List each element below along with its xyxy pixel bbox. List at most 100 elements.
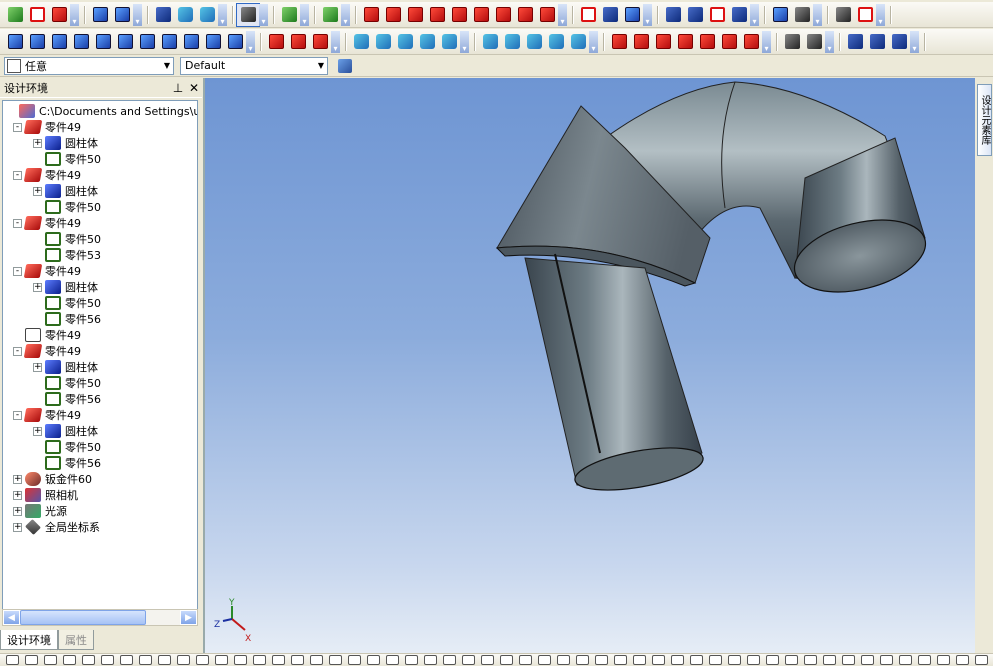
red-cube-7-button[interactable] [492,4,514,26]
bottom-tool-icon[interactable] [557,655,570,665]
toolbar-overflow-icon[interactable]: ▾ [341,3,350,26]
scroll-right-icon[interactable]: ▶ [180,610,197,625]
bottom-tool-icon[interactable] [215,655,228,665]
toolbar-overflow-icon[interactable]: ▾ [750,3,759,26]
text-button[interactable] [769,4,791,26]
tree-item[interactable]: - 零件49 [13,167,81,183]
sheet-4-button[interactable] [674,31,696,53]
solid-2-button[interactable] [287,31,309,53]
tree-item[interactable]: + 圆柱体 [33,183,98,199]
selection-filter-dropdown[interactable]: 任意 ▼ [4,56,174,75]
bottom-tool-icon[interactable] [196,655,209,665]
surface-4-button[interactable] [545,31,567,53]
gear-button[interactable] [577,4,599,26]
bottom-tool-icon[interactable] [386,655,399,665]
bottom-tool-icon[interactable] [101,655,114,665]
toolbar-overflow-icon[interactable]: ▾ [133,3,142,26]
open-folder-button[interactable] [26,4,48,26]
bottom-tool-icon[interactable] [823,655,836,665]
tree-item[interactable]: C:\Documents and Settings\user\桌 [7,103,197,119]
tree-item[interactable]: 零件50 [33,231,101,247]
tree-item[interactable]: + 光源 [13,503,67,519]
tree-item[interactable]: 零件56 [33,311,101,327]
toolbar-overflow-icon[interactable]: ▾ [300,3,309,26]
dimension-button[interactable] [791,4,813,26]
new-file-button[interactable] [4,4,26,26]
tab-design-environment[interactable]: 设计环境 [0,630,58,650]
bottom-tool-icon[interactable] [63,655,76,665]
tree-item[interactable]: + 钣金件60 [13,471,92,487]
sheet-7-button[interactable] [740,31,762,53]
export-button[interactable] [662,4,684,26]
scroll-thumb[interactable] [20,610,146,625]
tab-properties[interactable]: 属性 [58,630,94,650]
toolbar-overflow-icon[interactable]: ▾ [460,30,469,53]
bottom-tool-icon[interactable] [633,655,646,665]
tree-item[interactable]: 零件56 [33,391,101,407]
toolbar-overflow-icon[interactable]: ▾ [246,30,255,53]
tab-design-library[interactable]: 设计元素库 [977,84,992,156]
toolbar-overflow-icon[interactable]: ▾ [70,3,79,26]
sheet-6-button[interactable] [718,31,740,53]
red-cube-8-button[interactable] [514,4,536,26]
bottom-tool-icon[interactable] [329,655,342,665]
bottom-tool-icon[interactable] [253,655,266,665]
toolbar-overflow-icon[interactable]: ▾ [910,30,919,53]
bottom-tool-icon[interactable] [25,655,38,665]
surface-1-button[interactable] [479,31,501,53]
collapse-icon[interactable]: - [13,266,22,276]
bottom-tool-icon[interactable] [747,655,760,665]
bottom-tool-icon[interactable] [234,655,247,665]
undo-button[interactable] [89,4,111,26]
bottom-tool-icon[interactable] [500,655,513,665]
collapse-icon[interactable]: - [13,122,22,132]
bottom-tool-icon[interactable] [937,655,950,665]
surface-2-button[interactable] [501,31,523,53]
feature-5-button[interactable] [438,31,460,53]
curve-9-button[interactable] [180,31,202,53]
collapse-icon[interactable]: - [13,410,22,420]
tree-item[interactable]: 零件50 [33,375,101,391]
bottom-tool-icon[interactable] [44,655,57,665]
collapse-icon[interactable]: - [13,218,22,228]
tree-item[interactable]: 零件50 [33,439,101,455]
tree-item[interactable]: + 圆柱体 [33,279,98,295]
tree-item[interactable]: + 圆柱体 [33,359,98,375]
bottom-tool-icon[interactable] [918,655,931,665]
tree-item[interactable]: 零件49 [13,327,81,343]
feature-3-button[interactable] [394,31,416,53]
surface-5-button[interactable] [567,31,589,53]
bottom-tool-icon[interactable] [519,655,532,665]
sheet-5-button[interactable] [696,31,718,53]
bottom-tool-icon[interactable] [481,655,494,665]
bottom-tool-icon[interactable] [272,655,285,665]
box-view-button[interactable] [832,4,854,26]
feature-2-button[interactable] [372,31,394,53]
curve-10-button[interactable] [202,31,224,53]
bottom-tool-icon[interactable] [785,655,798,665]
red-cube-6-button[interactable] [470,4,492,26]
toolbar-overflow-icon[interactable]: ▾ [876,3,885,26]
wire-view-button[interactable] [854,4,876,26]
save-button[interactable] [48,4,70,26]
red-cube-5-button[interactable] [448,4,470,26]
bottom-tool-icon[interactable] [424,655,437,665]
toolbar-overflow-icon[interactable]: ▾ [558,3,567,26]
bottom-tool-icon[interactable] [443,655,456,665]
expand-icon[interactable]: + [13,506,22,516]
hierarchy-button[interactable] [334,55,356,76]
solid-3-button[interactable] [309,31,331,53]
collapse-icon[interactable]: - [13,346,22,356]
curve-7-button[interactable] [136,31,158,53]
help-cursor-button[interactable] [319,4,341,26]
pick-2-button[interactable] [803,31,825,53]
expand-icon[interactable]: + [33,186,42,196]
rotate-button[interactable] [684,4,706,26]
bottom-tool-icon[interactable] [956,655,969,665]
arc-button[interactable] [706,4,728,26]
expand-icon[interactable]: + [33,138,42,148]
red-cube-1-button[interactable] [360,4,382,26]
sheet-2-button[interactable] [630,31,652,53]
bottom-tool-icon[interactable] [538,655,551,665]
toolbar-overflow-icon[interactable]: ▾ [218,3,227,26]
